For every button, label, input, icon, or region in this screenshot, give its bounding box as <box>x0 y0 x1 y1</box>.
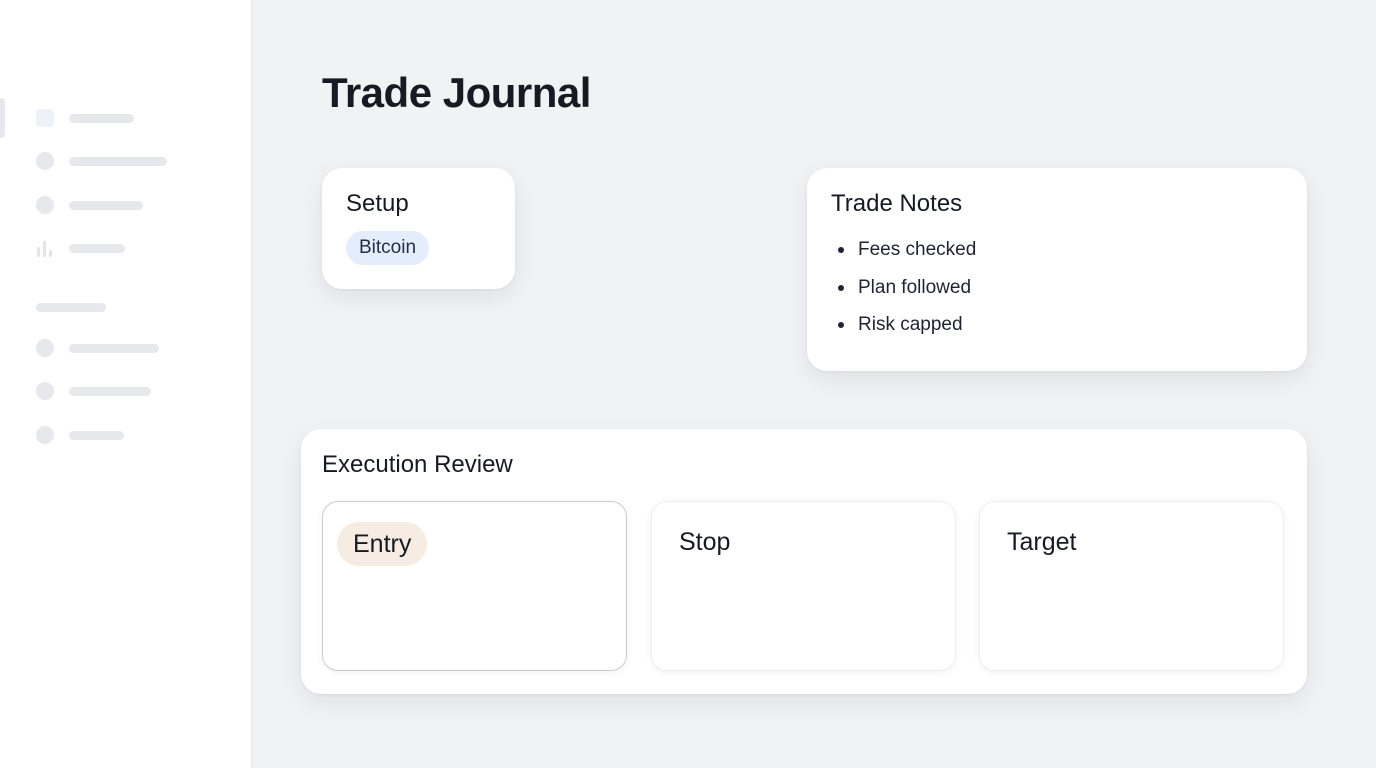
execution-review-card: Execution Review Entry Stop Target <box>301 429 1307 694</box>
sidebar-item-7[interactable] <box>36 426 124 444</box>
sidebar-item-label-placeholder <box>69 386 151 396</box>
circle-icon <box>36 426 54 444</box>
bitcoin-tag[interactable]: Bitcoin <box>346 231 430 265</box>
list-item: Risk capped <box>835 309 976 347</box>
sidebar <box>0 0 252 768</box>
execution-review-title: Execution Review <box>322 451 513 478</box>
circle-icon <box>36 382 54 400</box>
sidebar-item-label-placeholder <box>69 243 125 253</box>
trade-notes-card: Trade Notes Fees checked Plan followed R… <box>807 168 1307 371</box>
list-item: Plan followed <box>835 272 976 310</box>
sidebar-item-label-placeholder <box>69 113 134 123</box>
entry-card[interactable]: Entry <box>322 501 627 671</box>
sidebar-item-label-placeholder <box>69 156 167 166</box>
sidebar-item-1[interactable] <box>36 109 134 127</box>
sidebar-section-heading-placeholder <box>36 303 106 312</box>
circle-icon <box>36 196 54 214</box>
sidebar-item-6[interactable] <box>36 382 151 400</box>
sidebar-item-label-placeholder <box>69 430 124 440</box>
circle-icon <box>36 152 54 170</box>
page-title: Trade Journal <box>322 69 591 116</box>
stop-label: Stop <box>679 528 731 556</box>
target-card[interactable]: Target <box>979 501 1284 671</box>
sidebar-item-2[interactable] <box>36 152 167 170</box>
active-nav-indicator <box>0 98 5 138</box>
entry-label: Entry <box>337 522 428 566</box>
dashboard-square-icon <box>36 109 54 127</box>
sidebar-item-3[interactable] <box>36 196 143 214</box>
sidebar-item-5[interactable] <box>36 339 159 357</box>
trade-notes-list: Fees checked Plan followed Risk capped <box>835 234 976 347</box>
list-item: Fees checked <box>835 234 976 272</box>
setup-card-title: Setup <box>346 190 409 217</box>
circle-icon <box>36 339 54 357</box>
sidebar-item-label-placeholder <box>69 200 143 210</box>
target-label: Target <box>1007 528 1077 556</box>
sidebar-item-label-placeholder <box>69 343 159 353</box>
sidebar-item-4[interactable] <box>36 239 125 257</box>
setup-card: Setup Bitcoin <box>322 168 515 289</box>
bar-chart-icon <box>36 239 54 257</box>
trade-notes-title: Trade Notes <box>831 190 963 217</box>
stop-card[interactable]: Stop <box>651 501 956 671</box>
